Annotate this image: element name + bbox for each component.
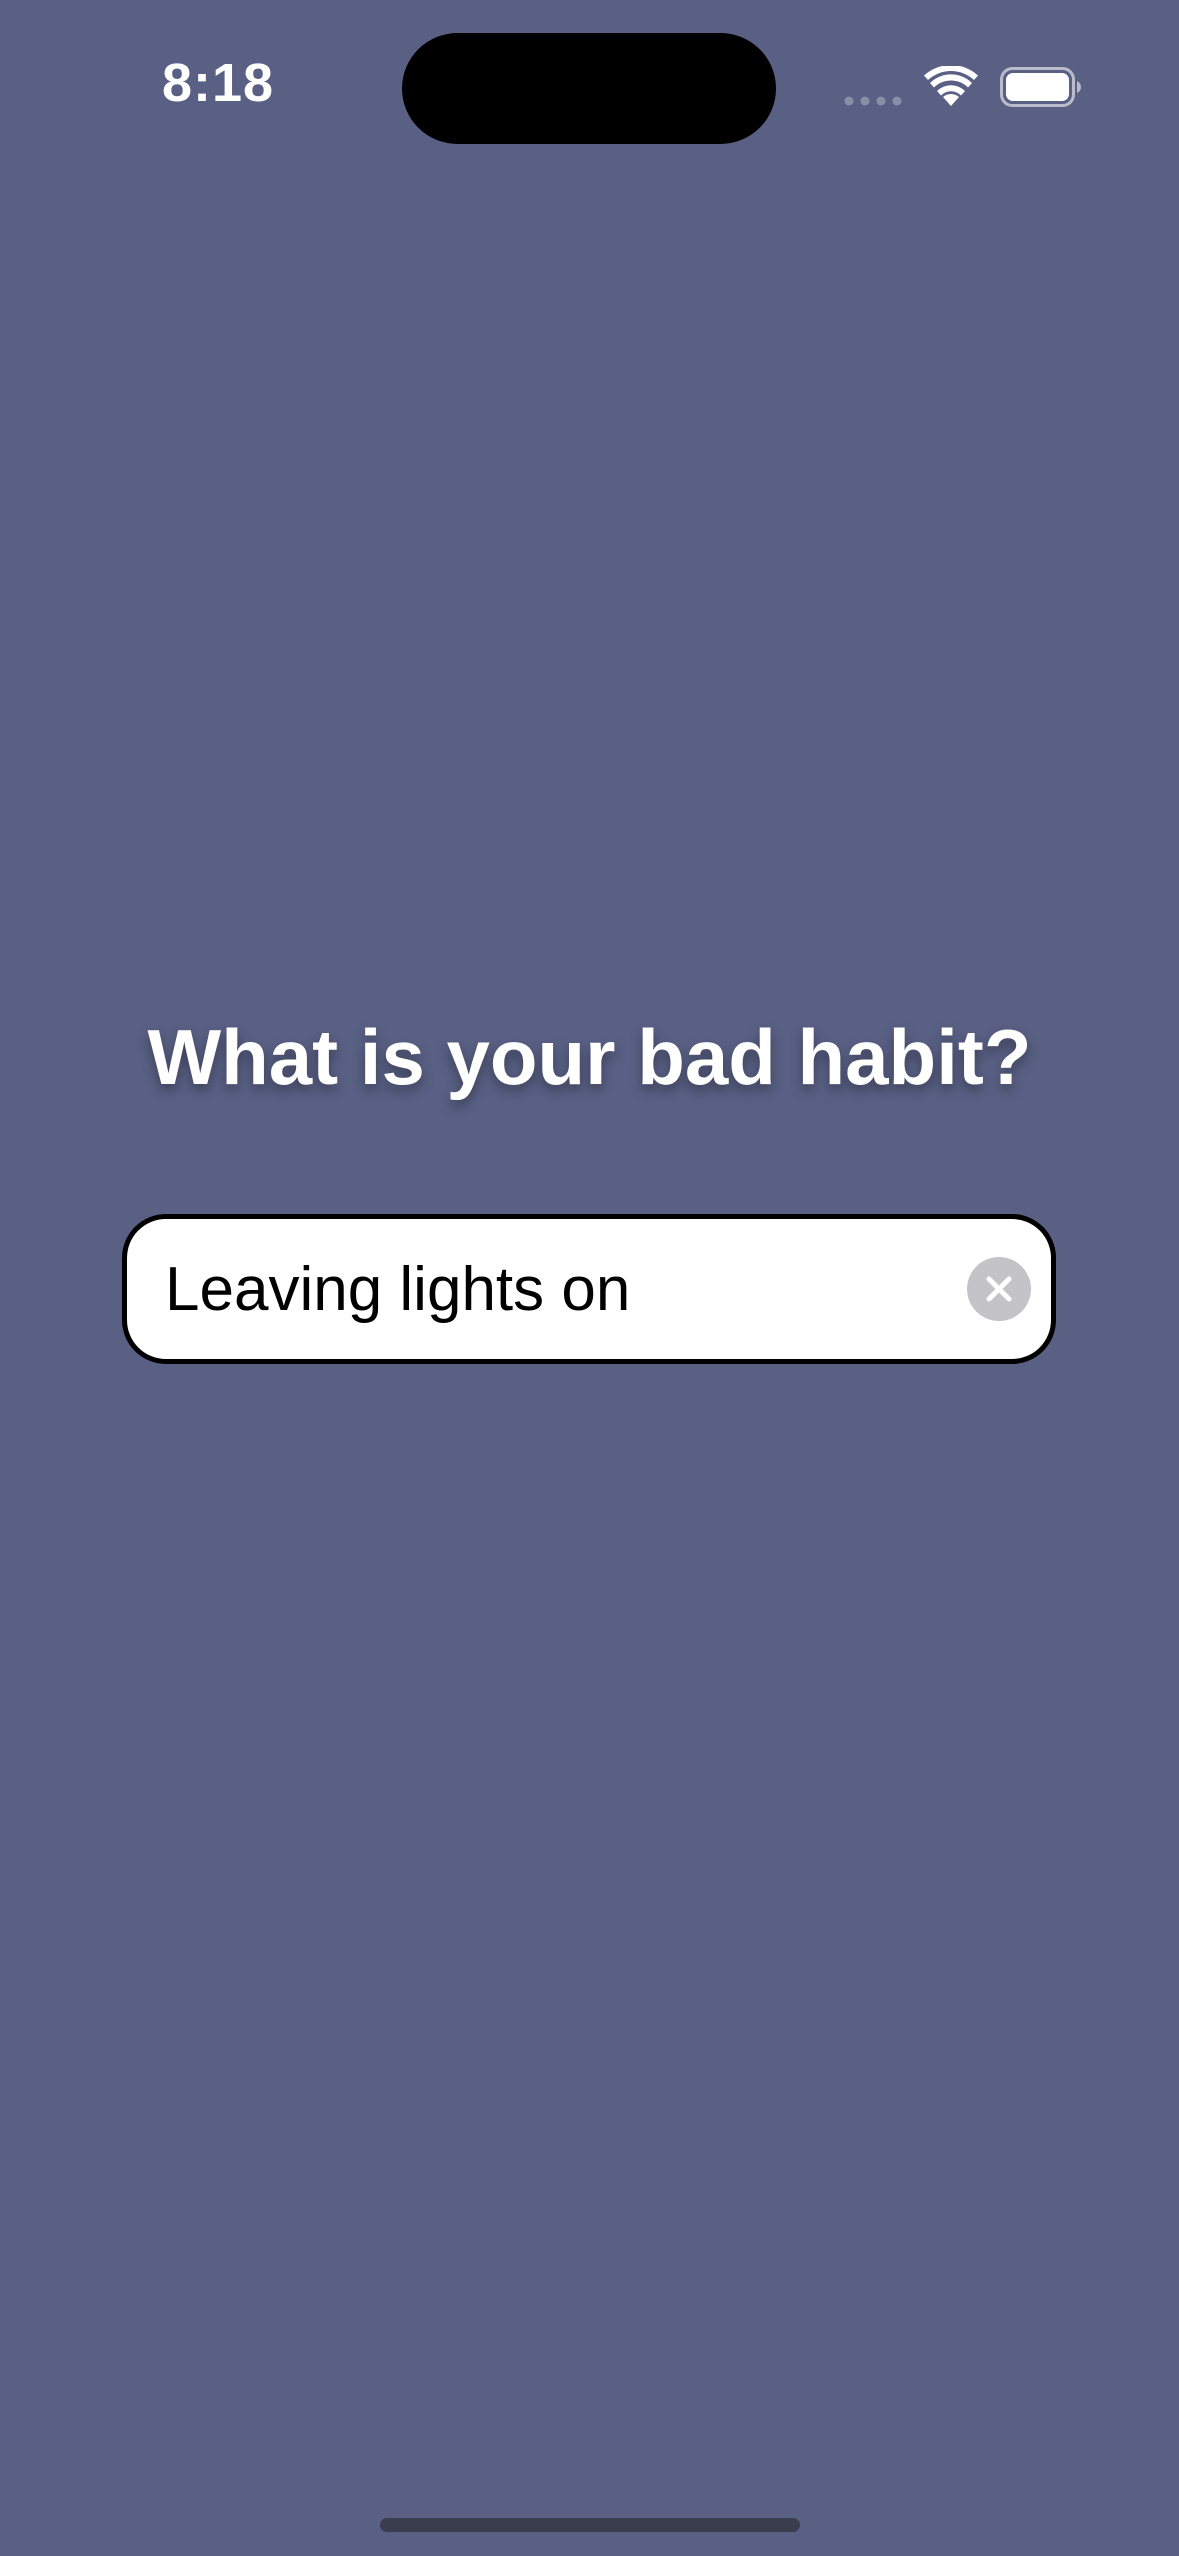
home-indicator[interactable] [380,2518,800,2532]
clear-x-icon [986,1276,1012,1302]
habit-question-heading: What is your bad habit? [147,1013,1032,1101]
habit-text-field[interactable] [122,1214,1056,1364]
status-bar: 8:18 [0,0,1179,180]
battery-icon [1000,67,1081,107]
clear-text-button[interactable] [967,1257,1031,1321]
habit-input[interactable] [165,1219,945,1359]
cellular-dots-icon [844,96,902,106]
wifi-icon [924,66,978,106]
dynamic-island [402,33,776,144]
status-time: 8:18 [162,53,275,113]
